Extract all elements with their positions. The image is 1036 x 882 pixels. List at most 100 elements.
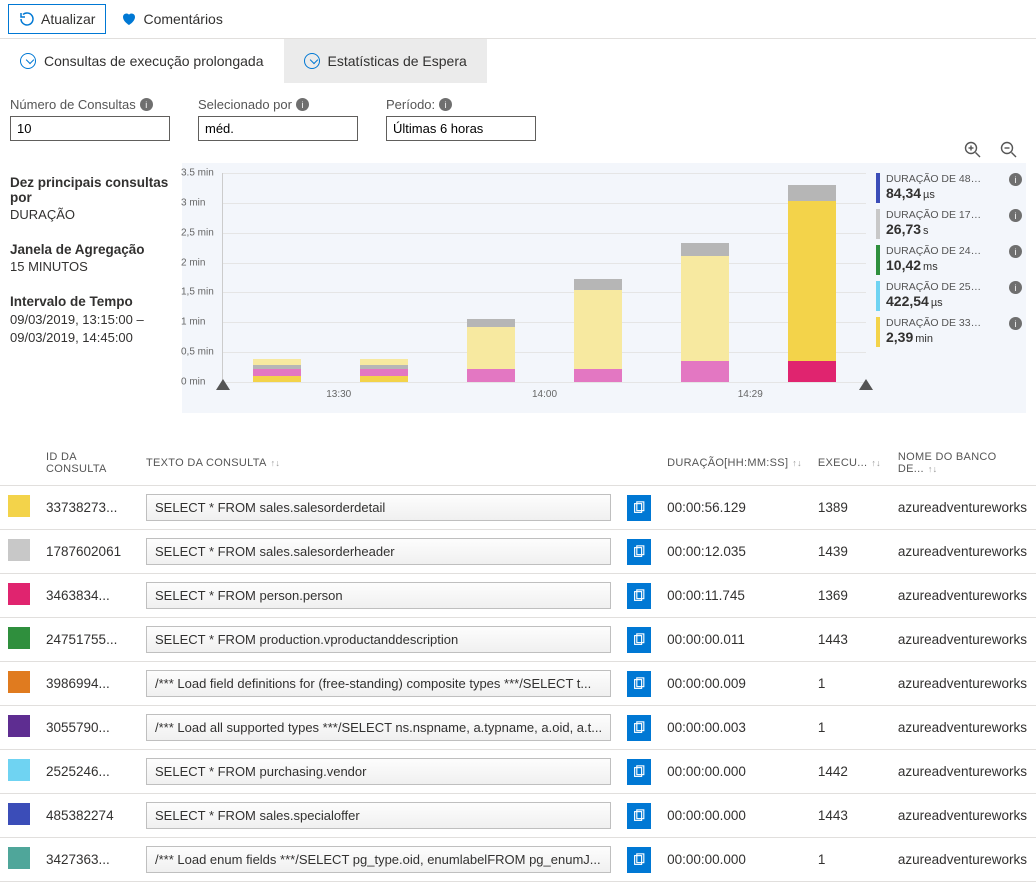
copy-button[interactable] xyxy=(627,671,651,697)
copy-button[interactable] xyxy=(627,495,651,521)
cell-duration: 00:00:00.000 xyxy=(659,838,810,882)
col-exec[interactable]: EXECU... xyxy=(818,457,867,469)
y-axis-label: 0,5 min xyxy=(181,347,214,358)
cell-exec: 1369 xyxy=(810,574,890,618)
period-label: Período: i xyxy=(386,97,536,112)
agg-value: 15 MINUTOS xyxy=(10,259,170,274)
sort-icon[interactable]: ↑↓ xyxy=(928,464,938,474)
info-icon[interactable]: i xyxy=(1009,209,1022,222)
sort-icon[interactable]: ↑↓ xyxy=(271,458,281,468)
duration-chart[interactable]: 0 min0,5 min1 min1,5 min2 min2,5 min3 mi… xyxy=(222,173,866,383)
query-text-box[interactable]: /*** Load all supported types ***/SELECT… xyxy=(146,714,611,741)
query-text-box[interactable]: SELECT * FROM sales.salesorderdetail xyxy=(146,494,611,521)
cell-db: azureadventureworks xyxy=(890,838,1036,882)
cell-db: azureadventureworks xyxy=(890,662,1036,706)
info-icon[interactable]: i xyxy=(296,98,309,111)
table-row[interactable]: 1787602061 SELECT * FROM sales.salesorder… xyxy=(0,530,1036,574)
legend-value: 84,34µs xyxy=(886,185,986,201)
y-axis-label: 3.5 min xyxy=(181,168,214,179)
info-icon[interactable]: i xyxy=(1009,245,1022,258)
legend-header: DURAÇÃO DE 4853... xyxy=(886,173,986,185)
cell-exec: 1 xyxy=(810,706,890,750)
cell-id: 3055790... xyxy=(38,706,138,750)
cell-db: azureadventureworks xyxy=(890,486,1036,530)
table-row[interactable]: 3986994.../*** Load field definitions fo… xyxy=(0,662,1036,706)
y-axis-label: 0 min xyxy=(181,377,205,388)
query-table: ID DA CONSULTA TEXTO DA CONSULTA ↑↓ DURAÇ… xyxy=(0,441,1036,882)
cell-id: 33738273... xyxy=(38,486,138,530)
tab-wait-stats-label: Estatísticas de Espera xyxy=(328,53,467,69)
cell-db: azureadventureworks xyxy=(890,750,1036,794)
period-select[interactable]: Últimas 6 horas xyxy=(386,116,536,141)
metric-value: DURAÇÃO xyxy=(10,207,170,222)
cell-id: 485382274 xyxy=(38,794,138,838)
legend-item[interactable]: DURAÇÃO DE 3373...2,39mini xyxy=(876,317,1016,347)
sort-icon[interactable]: ↑↓ xyxy=(792,458,802,468)
col-db[interactable]: NOME DO BANCO DE... xyxy=(898,451,997,475)
legend-item[interactable]: DURAÇÃO DE 17876...26,73si xyxy=(876,209,1016,239)
legend-header: DURAÇÃO DE 17876... xyxy=(886,209,986,221)
cell-duration: 00:00:00.000 xyxy=(659,750,810,794)
refresh-label: Atualizar xyxy=(41,11,95,27)
info-icon[interactable]: i xyxy=(1009,317,1022,330)
tab-long-running[interactable]: Consultas de execução prolongada xyxy=(0,39,284,83)
copy-button[interactable] xyxy=(627,847,651,873)
legend-item[interactable]: DURAÇÃO DE 2525...422,54µsi xyxy=(876,281,1016,311)
color-swatch xyxy=(8,803,30,825)
query-text-box[interactable]: /*** Load field definitions for (free-st… xyxy=(146,670,611,697)
table-row[interactable]: 2525246... SELECT * FROM purchasing.vendo… xyxy=(0,750,1036,794)
query-text-box[interactable]: SELECT * FROM sales.salesorderheader xyxy=(146,538,611,565)
query-text-box[interactable]: SELECT * FROM purchasing.vendor xyxy=(146,758,611,785)
query-text-box[interactable]: SELECT * FROM person.person xyxy=(146,582,611,609)
color-swatch xyxy=(8,583,30,605)
sort-icon[interactable]: ↑↓ xyxy=(871,458,881,468)
numquery-select[interactable]: 10 xyxy=(10,116,170,141)
tab-wait-stats[interactable]: Estatísticas de Espera xyxy=(284,39,487,83)
agg-title: Janela de Agregação xyxy=(10,242,170,257)
copy-button[interactable] xyxy=(627,759,651,785)
info-icon[interactable]: i xyxy=(439,98,452,111)
info-icon[interactable]: i xyxy=(1009,281,1022,294)
range-handle-right[interactable] xyxy=(859,379,873,390)
legend-item[interactable]: DURAÇÃO DE 2475...10,42msi xyxy=(876,245,1016,275)
copy-button[interactable] xyxy=(627,627,651,653)
query-text-box[interactable]: /*** Load enum fields ***/SELECT pg_type… xyxy=(146,846,611,873)
cell-duration: 00:00:00.000 xyxy=(659,794,810,838)
table-row[interactable]: 33738273... SELECT * FROM sales.salesorde… xyxy=(0,486,1036,530)
copy-button[interactable] xyxy=(627,539,651,565)
zoom-in-icon[interactable] xyxy=(964,141,982,164)
gauge-icon xyxy=(20,53,36,69)
info-icon[interactable]: i xyxy=(1009,173,1022,186)
heart-icon xyxy=(121,11,137,27)
legend-value: 26,73s xyxy=(886,221,986,237)
table-row[interactable]: 3463834...SELECT * FROM person.person00:… xyxy=(0,574,1036,618)
x-axis-label: 13:30 xyxy=(326,389,351,400)
table-row[interactable]: 3055790... /*** Load all supported types … xyxy=(0,706,1036,750)
copy-button[interactable] xyxy=(627,583,651,609)
copy-button[interactable] xyxy=(627,715,651,741)
table-row[interactable]: 24751755...SELECT * FROM production.vpro… xyxy=(0,618,1036,662)
copy-button[interactable] xyxy=(627,803,651,829)
tab-long-running-label: Consultas de execução prolongada xyxy=(44,53,264,69)
query-text-box[interactable]: SELECT * FROM sales.specialoffer xyxy=(146,802,611,829)
numquery-label: Número de Consultas i xyxy=(10,97,170,112)
comments-button[interactable]: Comentários xyxy=(110,4,233,34)
selected-select[interactable]: méd. xyxy=(198,116,358,141)
info-icon[interactable]: i xyxy=(140,98,153,111)
cell-id: 2525246... xyxy=(38,750,138,794)
table-row[interactable]: 3427363.../*** Load enum fields ***/SELE… xyxy=(0,838,1036,882)
y-axis-label: 3 min xyxy=(181,197,205,208)
col-dur[interactable]: DURAÇÃO[HH:MM:SS] xyxy=(667,457,788,469)
refresh-button[interactable]: Atualizar xyxy=(8,4,106,34)
zoom-out-icon[interactable] xyxy=(1000,141,1018,164)
color-swatch xyxy=(8,495,30,517)
table-row[interactable]: 485382274 SELECT * FROM sales.specialoffe… xyxy=(0,794,1036,838)
col-id[interactable]: ID DA CONSULTA xyxy=(46,451,107,475)
range-handle-left[interactable] xyxy=(216,379,230,390)
query-text-box[interactable]: SELECT * FROM production.vproductanddesc… xyxy=(146,626,611,653)
col-text[interactable]: TEXTO DA CONSULTA xyxy=(146,457,267,469)
top-queries-title: Dez principais consultas por xyxy=(10,175,170,205)
cell-id: 1787602061 xyxy=(38,530,138,574)
legend-item[interactable]: DURAÇÃO DE 4853...84,34µsi xyxy=(876,173,1016,203)
cell-duration: 00:00:00.011 xyxy=(659,618,810,662)
